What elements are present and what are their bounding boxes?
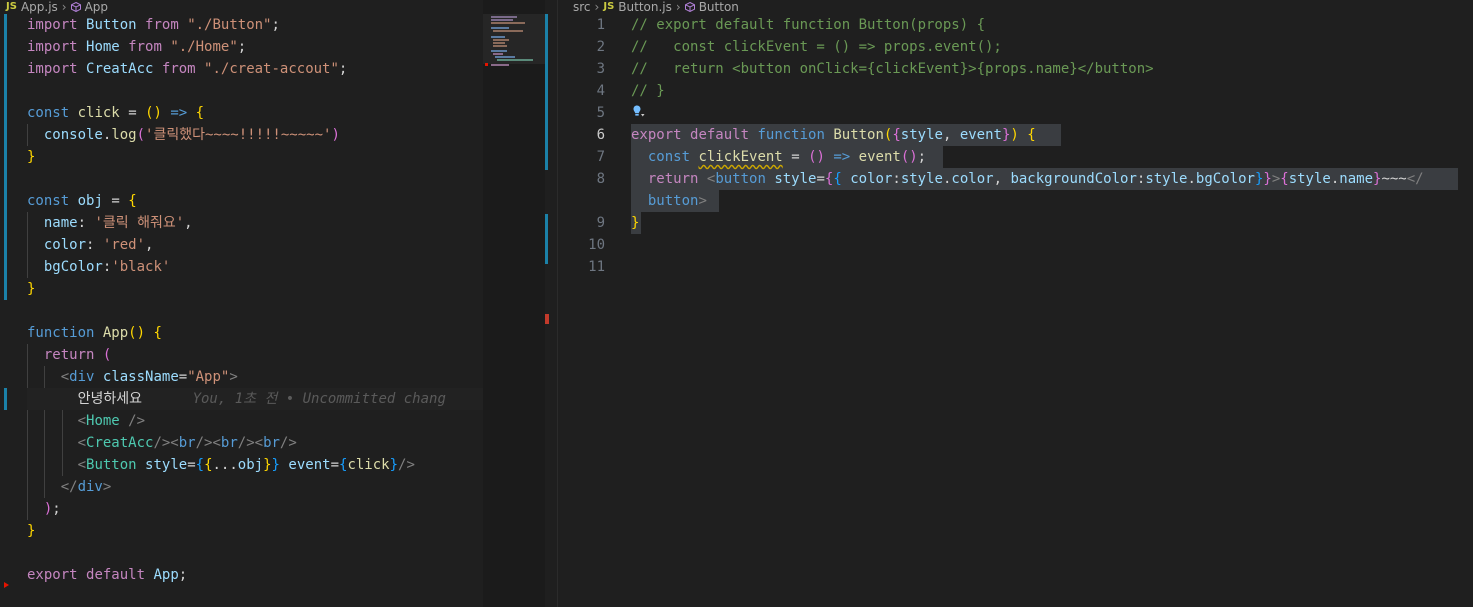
code-line: // const clickEvent = () => props.event(… [631,39,1002,55]
code-line: <div className="App"> [60,369,238,385]
code-line: } [27,523,36,539]
javascript-file-icon: JS [6,1,17,12]
code-line: import Home from "./Home"; [27,39,247,55]
code-line: } [631,215,640,231]
breadcrumb: src › JS Button.js › Button [573,0,739,14]
code-line: const obj = { [27,193,137,209]
code-line: import CreatAcc from "./creat-accout"; [27,61,348,77]
line-number: 3 [596,61,605,77]
minimap-line [491,64,509,66]
minimap-line [493,39,509,41]
line-number: 8 [596,171,605,187]
git-modified-marker[interactable] [4,14,7,300]
javascript-file-icon: JS [603,1,615,12]
minimap[interactable] [483,0,545,607]
chevron-right-icon: › [675,0,681,14]
minimap-error-marker [485,63,488,66]
scrollbar-error-marker [545,314,549,324]
line-number: 9 [596,215,605,231]
line-number: 4 [596,83,605,99]
minimap-line [491,16,517,18]
code-line: function App() { [27,325,162,341]
code-line: return <button style={{ color:style.colo… [647,171,1424,187]
editor-scrollbar[interactable] [545,0,557,607]
code-line: // return <button onClick={clickEvent}>{… [631,61,1154,77]
minimap-line [493,53,503,55]
code-line: import Button from "./Button"; [27,17,280,33]
right-editor[interactable]: src › JS Button.js › Button 1 2 3 4 5 6 … [558,0,1473,607]
code-line-wrapped: button> [647,193,707,209]
code-line: name: '클릭 해줘요', [43,215,193,231]
symbol-cube-icon [70,2,81,12]
code-line: export default App; [27,567,188,583]
breadcrumb-file[interactable]: App.js [21,1,58,13]
scrollbar-modified-marker [545,214,548,264]
line-number: 10 [588,237,605,253]
symbol-cube-icon [684,2,695,12]
minimap-line [491,27,509,29]
left-editor[interactable]: JS App.js › App import Button from "./Bu… [0,0,483,607]
minimap-line [491,50,507,52]
code-line: return ( [43,347,112,363]
chevron-right-icon: › [61,0,67,14]
breadcrumb-file[interactable]: Button.js [618,1,672,13]
minimap-line [491,36,505,38]
code-line: <Home /> [77,413,146,429]
code-line: bgColor:'black' [43,259,171,275]
line-number: 2 [596,39,605,55]
code-line: <Button style={{...obj}} event={click}/> [77,457,415,473]
lightbulb-icon[interactable] [632,104,646,120]
line-number: 11 [588,259,605,275]
line-number: 1 [596,17,605,33]
code-line: export default function Button({style, e… [631,127,1036,143]
code-line: </div> [60,479,112,495]
code-line: // export default function Button(props)… [631,17,986,33]
minimap-line [493,42,505,44]
chevron-right-icon: › [594,0,600,14]
line-number: 5 [596,105,605,121]
scrollbar-modified-marker [545,14,548,170]
git-blame-annotation: You, 1초 전 • Uncommitted chang [192,391,446,407]
line-number: 6 [596,127,605,143]
code-line: ); [43,501,61,517]
code-line: } [27,281,36,297]
code-line: <CreatAcc/><br/><br/><br/> [77,435,297,451]
minimap-line [491,19,513,21]
minimap-line [495,56,515,58]
code-line: const click = () => { [27,105,205,121]
minimap-line [491,22,525,24]
breadcrumb-symbol[interactable]: Button [699,1,739,13]
code-line: } [27,149,36,165]
code-line: const clickEvent = () => event(); [647,149,927,165]
line-number: 7 [596,149,605,165]
code-line: console.log('클릭했다~~~~!!!!!~~~~~') [43,127,340,143]
code-line: // } [631,83,665,99]
breadcrumb: JS App.js › App [6,0,108,14]
git-modified-marker[interactable] [4,388,7,410]
code-line-current: 안녕하세요 You, 1초 전 • Uncommitted chang [27,388,483,410]
code-line: color: 'red', [43,237,154,253]
breadcrumb-folder[interactable]: src [573,1,591,13]
minimap-line [493,45,507,47]
minimap-line [497,59,533,61]
git-deleted-marker[interactable] [4,582,9,588]
minimap-line [493,30,523,32]
breadcrumb-symbol[interactable]: App [85,1,108,13]
